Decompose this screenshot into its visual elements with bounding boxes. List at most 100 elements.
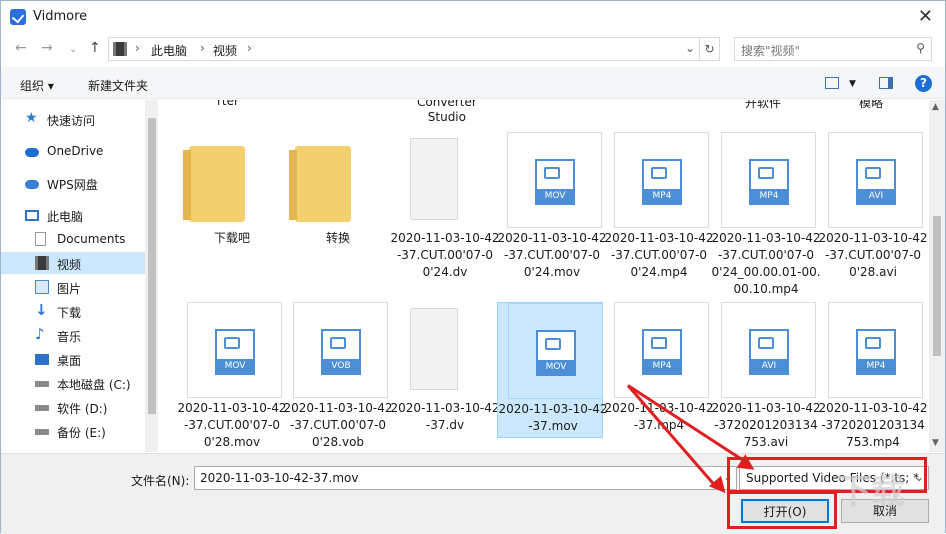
file-thumbnail: MP4: [828, 302, 923, 398]
video-folder-icon: [113, 42, 127, 56]
sidebar-item-this-pc[interactable]: 此电脑: [25, 204, 143, 226]
search-input[interactable]: 搜索"视频" ⚲: [734, 37, 932, 61]
file-thumbnail: VOB: [293, 302, 388, 398]
cloud-icon: [25, 148, 39, 157]
file-name: 2020-11-03-10-42-37.dv: [390, 401, 500, 432]
video-file-icon: MOV: [215, 329, 255, 375]
file-type-badge: MOV: [536, 360, 576, 374]
filename-label: 文件名(N):: [131, 474, 190, 488]
sidebar-item-pictures[interactable]: 图片: [35, 276, 153, 298]
file-type-badge: MP4: [856, 359, 896, 373]
forward-arrow-icon[interactable]: →: [41, 40, 53, 56]
sidebar-scrollbar[interactable]: [145, 100, 158, 452]
file-thumbnail: MP4: [614, 132, 709, 228]
file-list-scrollbar[interactable]: ▲ ▼: [929, 100, 945, 452]
highlight-box-open: [727, 491, 837, 529]
file-item[interactable]: MP4 2020-11-03-10-42-37.CUT.00'07-00'24.m…: [604, 132, 713, 279]
sidebar-item-drive-d[interactable]: 软件 (D:): [35, 396, 153, 418]
help-icon[interactable]: ?: [915, 75, 932, 92]
sidebar-item-documents[interactable]: Documents: [35, 228, 153, 250]
back-arrow-icon[interactable]: ←: [15, 40, 27, 56]
cloud-icon: [25, 180, 39, 189]
file-thumbnail: MOV: [187, 302, 282, 398]
scroll-down-icon[interactable]: ▼: [932, 438, 939, 448]
chevron-down-icon[interactable]: ⌄: [685, 41, 695, 55]
video-file-icon: MP4: [642, 329, 682, 375]
file-item[interactable]: MP4 2020-11-03-10-42-37.CUT.00'07-00'24_0…: [711, 132, 821, 296]
file-item[interactable]: MP4 2020-11-03-10-42-3720201203134753.mp4: [818, 302, 927, 449]
open-file-dialog: Vidmore ✕ ← → ⌄ ↑ › 此电脑 › 视频 › ⌄ ↻ 搜索"视频…: [0, 0, 946, 534]
file-name: 2020-11-03-10-42-3720201203134753.mp4: [818, 401, 928, 449]
video-file-icon: MOV: [535, 159, 575, 205]
folder-item[interactable]: 下载吧: [177, 132, 283, 266]
window-title: Vidmore: [33, 9, 88, 24]
blank-file-icon: [410, 138, 458, 220]
video-file-icon: MP4: [642, 159, 682, 205]
up-arrow-icon[interactable]: ↑: [89, 40, 101, 56]
vidmore-logo-icon: [10, 9, 26, 25]
toolbar: 组织 ▾ 新建文件夹 ▼ ?: [1, 67, 945, 99]
view-mode-icon[interactable]: [825, 77, 839, 89]
refresh-icon[interactable]: ↻: [700, 37, 720, 61]
file-type-badge: AVI: [749, 359, 789, 373]
sidebar-item-music[interactable]: ♪ 音乐: [35, 324, 153, 346]
breadcrumb-separator-icon[interactable]: ›: [135, 41, 140, 55]
breadcrumb-separator-icon[interactable]: ›: [200, 41, 205, 55]
file-name: 2020-11-03-10-42-37.mov: [498, 402, 608, 433]
download-icon: ↓: [35, 301, 48, 319]
file-item[interactable]: 2020-11-03-10-42-37.dv: [390, 302, 499, 436]
video-file-icon: MP4: [856, 329, 896, 375]
blank-file-icon: [410, 308, 458, 390]
sidebar-item-desktop[interactable]: 桌面: [35, 348, 153, 370]
video-file-icon: MOV: [536, 330, 576, 376]
file-item[interactable]: MOV 2020-11-03-10-42-37.mov: [497, 302, 607, 438]
scroll-up-icon[interactable]: ▲: [932, 102, 939, 112]
title-bar: Vidmore ✕: [1, 1, 945, 33]
file-type-badge: MP4: [642, 189, 682, 203]
file-thumbnail: AVI: [721, 302, 816, 398]
file-name: 转换: [325, 231, 350, 245]
new-folder-button[interactable]: 新建文件夹: [88, 77, 148, 94]
folder-item[interactable]: 转换: [283, 132, 389, 266]
filename-value: 2020-11-03-10-42-37.mov: [200, 471, 359, 485]
scroll-thumb[interactable]: [933, 216, 941, 356]
sidebar-item-videos[interactable]: 视频: [1, 252, 145, 274]
file-name: 2020-11-03-10-42-37.CUT.00'07-00'24.mp4: [604, 231, 714, 279]
file-item[interactable]: VOB 2020-11-03-10-42-37.CUT.00'07-00'28.v…: [283, 302, 392, 449]
organize-button[interactable]: 组织 ▾: [20, 77, 54, 94]
video-file-icon: AVI: [856, 159, 896, 205]
chevron-down-icon[interactable]: ▼: [849, 79, 856, 89]
partial-file-label: rter: [217, 100, 239, 108]
search-icon: ⚲: [916, 41, 925, 55]
file-type-badge: MOV: [535, 189, 575, 203]
breadcrumb-this-pc[interactable]: 此电脑: [151, 42, 187, 59]
sidebar-scroll-thumb[interactable]: [148, 118, 156, 414]
navigation-pane: ★ 快速访问 OneDrive WPS网盘 此电脑 Documents 视频 图片…: [1, 100, 158, 452]
computer-icon: [25, 210, 39, 221]
sidebar-item-quick-access[interactable]: ★ 快速访问: [25, 108, 143, 130]
sidebar-item-wps[interactable]: WPS网盘: [25, 172, 143, 194]
file-item[interactable]: MOV 2020-11-03-10-42-37.CUT.00'07-00'24.m…: [497, 132, 606, 279]
file-name: 2020-11-03-10-42-37.CUT.00'07-00'28.mov: [177, 401, 287, 449]
breadcrumb-separator-icon[interactable]: ›: [247, 41, 252, 55]
file-name: 2020-11-03-10-42-37.CUT.00'07-00'24_00.0…: [711, 231, 821, 296]
filename-input[interactable]: 2020-11-03-10-42-37.mov ⌄: [194, 466, 737, 490]
sidebar-item-downloads[interactable]: ↓ 下载: [35, 300, 153, 322]
file-type-badge: MOV: [215, 359, 255, 373]
sidebar-item-onedrive[interactable]: OneDrive: [25, 140, 143, 162]
sidebar-item-drive-c[interactable]: 本地磁盘 (C:): [35, 372, 153, 394]
file-item[interactable]: MOV 2020-11-03-10-42-37.CUT.00'07-00'28.m…: [177, 302, 286, 449]
file-item[interactable]: AVI 2020-11-03-10-42-3720201203134753.avi: [711, 302, 820, 449]
video-file-icon: AVI: [749, 329, 789, 375]
close-icon[interactable]: ✕: [918, 6, 933, 27]
breadcrumb-videos[interactable]: 视频: [213, 42, 237, 59]
address-bar[interactable]: › 此电脑 › 视频 › ⌄: [108, 37, 700, 61]
picture-icon: [35, 280, 49, 294]
sidebar-item-drive-e[interactable]: 备份 (E:): [35, 420, 153, 442]
file-item[interactable]: 2020-11-03-10-42-37.CUT.00'07-00'24.dv: [390, 132, 499, 279]
partial-file-label: Converter Studio: [417, 100, 477, 124]
file-name: 2020-11-03-10-42-37.CUT.00'07-00'28.vob: [283, 401, 393, 449]
preview-pane-icon[interactable]: [879, 77, 893, 89]
recent-chevron-icon[interactable]: ⌄: [69, 44, 77, 55]
file-item[interactable]: AVI 2020-11-03-10-42-37.CUT.00'07-00'28.a…: [818, 132, 927, 279]
